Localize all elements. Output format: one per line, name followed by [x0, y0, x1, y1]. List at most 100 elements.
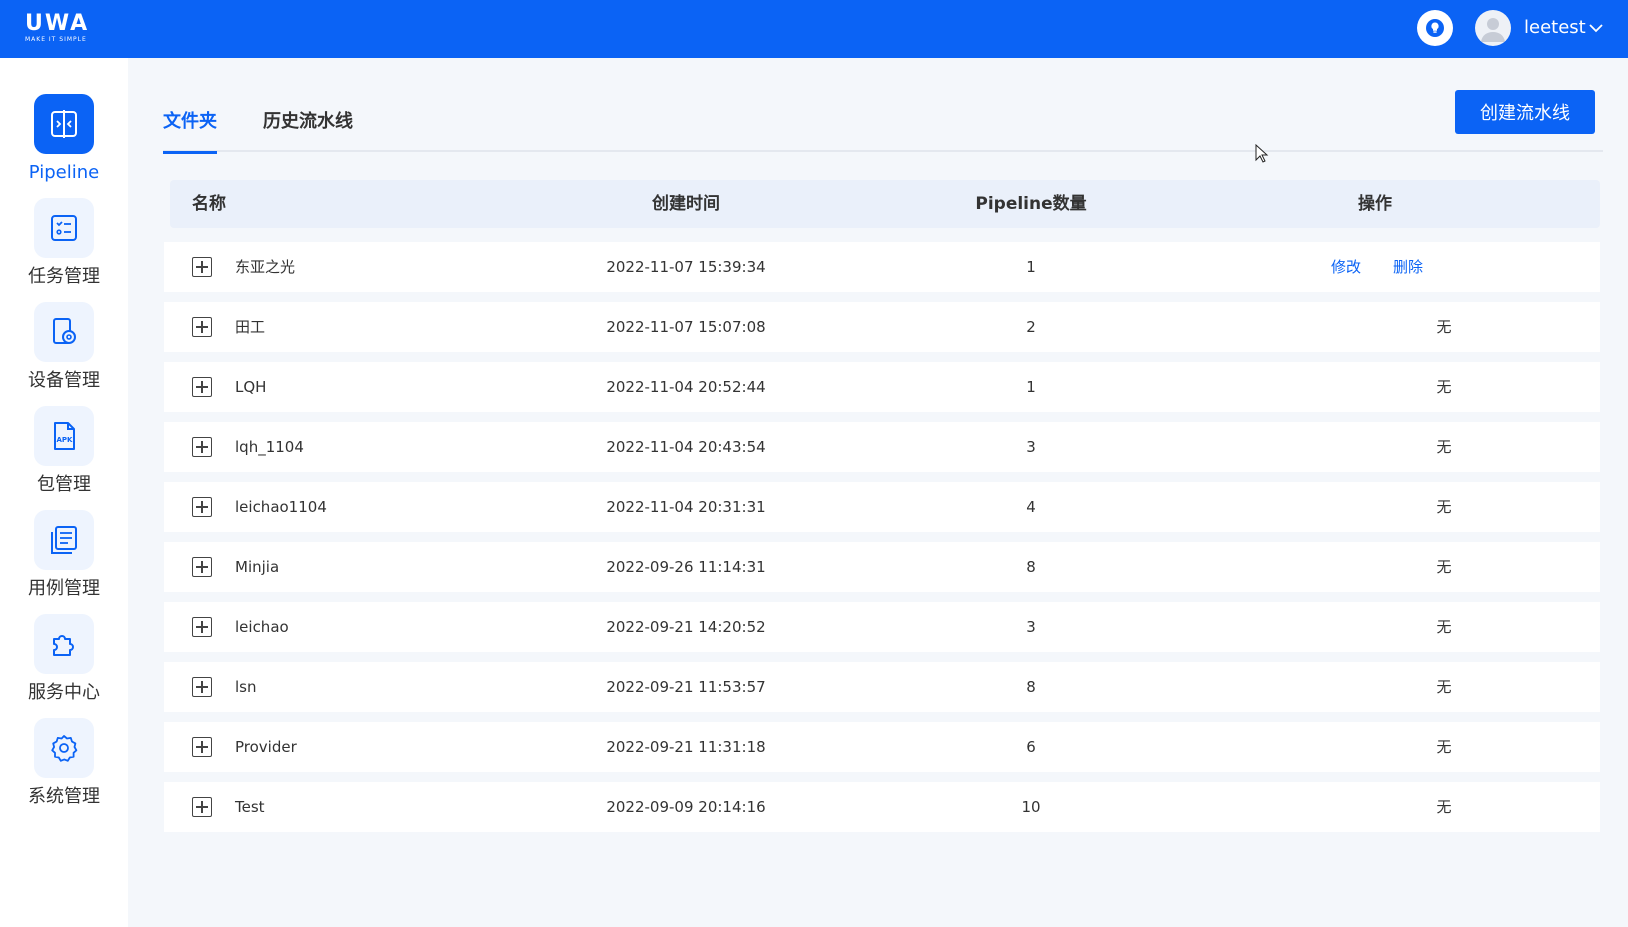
sidebar-item-task-management[interactable]: 任务管理 — [0, 198, 128, 302]
create-pipeline-button[interactable]: 创建流水线 — [1455, 90, 1595, 134]
nav-icon-box — [34, 198, 94, 258]
sidebar-item-system-management[interactable]: 系统管理 — [0, 718, 128, 822]
row-name: lsn — [235, 678, 257, 696]
expand-plus-icon[interactable] — [192, 317, 212, 337]
table-row[interactable]: lsn 2022-09-21 11:53:57 8 无 — [164, 662, 1600, 712]
row-actions-none: 无 — [1436, 618, 1452, 636]
edit-link[interactable]: 修改 — [1331, 242, 1361, 292]
table-row[interactable]: leichao 2022-09-21 14:20:52 3 无 — [164, 602, 1600, 652]
row-name: 田工 — [235, 318, 266, 336]
table-row[interactable]: Test 2022-09-09 20:14:16 10 无 — [164, 782, 1600, 832]
sidebar: Pipeline 任务管理 设备管理 APK 包管理 用例管理 服务中心 系统管… — [0, 58, 128, 927]
sidebar-label-service-center: 服务中心 — [28, 682, 100, 703]
row-actions-none: 无 — [1436, 738, 1452, 756]
svg-text:APK: APK — [57, 436, 74, 444]
row-created-time: 2022-09-26 11:14:31 — [606, 558, 766, 576]
row-pipeline-count: 2 — [1026, 318, 1036, 336]
sidebar-label-system-management: 系统管理 — [28, 786, 100, 807]
sidebar-label-test-case-management: 用例管理 — [28, 578, 100, 599]
row-pipeline-count: 1 — [1026, 378, 1036, 396]
row-created-time: 2022-11-04 20:52:44 — [606, 378, 766, 396]
row-created-time: 2022-09-21 11:53:57 — [606, 678, 766, 696]
chevron-down-icon[interactable] — [1588, 20, 1604, 36]
sidebar-item-device-management[interactable]: 设备管理 — [0, 302, 128, 406]
expand-plus-icon[interactable] — [192, 377, 212, 397]
table-row[interactable]: leichao1104 2022-11-04 20:31:31 4 无 — [164, 482, 1600, 532]
row-pipeline-count: 8 — [1026, 678, 1036, 696]
expand-plus-icon[interactable] — [192, 617, 212, 637]
row-name: Provider — [235, 738, 297, 756]
main-content: 文件夹 历史流水线 创建流水线 名称 创建时间 Pipeline数量 操作 东亚… — [128, 58, 1628, 927]
nav-icon-box: APK — [34, 406, 94, 466]
row-name: leichao1104 — [235, 498, 327, 516]
row-pipeline-count: 8 — [1026, 558, 1036, 576]
logo-slogan: MAKE IT SIMPLE — [25, 36, 87, 43]
avatar[interactable] — [1475, 10, 1511, 46]
column-header-actions: 操作 — [1358, 194, 1392, 214]
test-case-icon — [51, 526, 77, 554]
row-created-time: 2022-11-07 15:07:08 — [606, 318, 766, 336]
row-created-time: 2022-09-21 14:20:52 — [606, 618, 766, 636]
nav-icon-box — [34, 94, 94, 154]
row-actions: 修改 删除 — [1309, 242, 1429, 292]
logo-brand: UWA — [25, 11, 90, 36]
nav-icon-box — [34, 510, 94, 570]
lightbulb-icon — [1426, 19, 1444, 37]
column-header-pipeline-count: Pipeline数量 — [975, 194, 1087, 214]
expand-plus-icon[interactable] — [192, 557, 212, 577]
row-actions-none: 无 — [1436, 798, 1452, 816]
row-name: LQH — [235, 378, 267, 396]
apk-file-icon: APK — [54, 422, 75, 450]
expand-plus-icon[interactable] — [192, 437, 212, 457]
row-name: leichao — [235, 618, 289, 636]
table-row[interactable]: Provider 2022-09-21 11:31:18 6 无 — [164, 722, 1600, 772]
row-pipeline-count: 1 — [1026, 258, 1036, 276]
row-pipeline-count: 4 — [1026, 498, 1036, 516]
table-row[interactable]: lqh_1104 2022-11-04 20:43:54 3 无 — [164, 422, 1600, 472]
tab-history-pipelines[interactable]: 历史流水线 — [263, 108, 353, 152]
row-actions-none: 无 — [1436, 378, 1452, 396]
row-created-time: 2022-09-09 20:14:16 — [606, 798, 766, 816]
pipeline-icon — [51, 110, 77, 138]
sidebar-label-task-management: 任务管理 — [28, 266, 100, 287]
table-row[interactable]: 东亚之光 2022-11-07 15:39:34 1 修改 删除 — [164, 242, 1600, 292]
lightbulb-button[interactable] — [1417, 10, 1453, 46]
table-header: 名称 创建时间 Pipeline数量 操作 — [170, 180, 1600, 228]
row-name: 东亚之光 — [235, 258, 296, 276]
sidebar-item-package-management[interactable]: APK 包管理 — [0, 406, 128, 510]
row-created-time: 2022-11-04 20:31:31 — [606, 498, 766, 516]
username[interactable]: leetest — [1524, 17, 1586, 39]
sidebar-item-service-center[interactable]: 服务中心 — [0, 614, 128, 718]
row-created-time: 2022-11-04 20:43:54 — [606, 438, 766, 456]
row-actions-none: 无 — [1436, 558, 1452, 576]
expand-plus-icon[interactable] — [192, 797, 212, 817]
tab-bar: 文件夹 历史流水线 — [163, 108, 1603, 154]
sidebar-label-package-management: 包管理 — [37, 474, 91, 495]
row-name: lqh_1104 — [235, 438, 304, 456]
device-icon — [53, 318, 76, 344]
row-created-time: 2022-11-07 15:39:34 — [606, 258, 766, 276]
delete-link[interactable]: 删除 — [1393, 242, 1423, 292]
table-row[interactable]: LQH 2022-11-04 20:52:44 1 无 — [164, 362, 1600, 412]
row-pipeline-count: 10 — [1021, 798, 1041, 816]
expand-plus-icon[interactable] — [192, 677, 212, 697]
sidebar-item-pipeline[interactable]: Pipeline — [0, 94, 128, 198]
uwa-logo[interactable]: UWA MAKE IT SIMPLE — [25, 11, 105, 44]
tab-folders[interactable]: 文件夹 — [163, 108, 217, 154]
row-actions-none: 无 — [1436, 318, 1452, 336]
table-row[interactable]: 田工 2022-11-07 15:07:08 2 无 — [164, 302, 1600, 352]
expand-plus-icon[interactable] — [192, 737, 212, 757]
gear-icon — [51, 735, 78, 762]
column-header-name: 名称 — [192, 194, 226, 214]
sidebar-label-pipeline: Pipeline — [28, 162, 100, 183]
sidebar-item-test-case-management[interactable]: 用例管理 — [0, 510, 128, 614]
expand-plus-icon[interactable] — [192, 497, 212, 517]
table-row[interactable]: Minjia 2022-09-26 11:14:31 8 无 — [164, 542, 1600, 592]
row-name: Test — [235, 798, 265, 816]
nav-icon-box — [34, 614, 94, 674]
sidebar-label-device-management: 设备管理 — [28, 370, 100, 391]
row-actions-none: 无 — [1436, 678, 1452, 696]
expand-plus-icon[interactable] — [192, 257, 212, 277]
row-created-time: 2022-09-21 11:31:18 — [606, 738, 766, 756]
row-pipeline-count: 6 — [1026, 738, 1036, 756]
